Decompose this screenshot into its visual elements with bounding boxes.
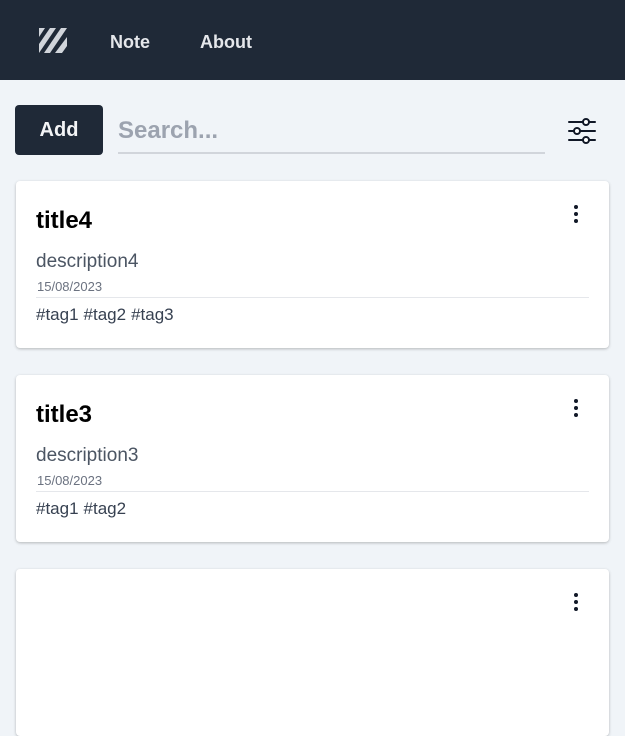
tag[interactable]: #tag2 <box>84 305 127 325</box>
note-card[interactable]: title4 description4 15/08/2023 #tag1 #ta… <box>16 181 609 348</box>
note-card[interactable]: title3 description3 15/08/2023 #tag1 #ta… <box>16 375 609 542</box>
more-vertical-icon[interactable] <box>568 591 584 613</box>
tag[interactable]: #tag2 <box>84 499 127 519</box>
note-date: 15/08/2023 <box>37 279 103 294</box>
tag[interactable]: #tag3 <box>131 305 174 325</box>
add-button[interactable]: Add <box>15 105 103 155</box>
note-card[interactable] <box>16 569 609 736</box>
top-nav-bar: Note About <box>0 0 625 80</box>
tag[interactable]: #tag1 <box>36 305 79 325</box>
tag[interactable]: #tag1 <box>36 499 79 519</box>
note-date: 15/08/2023 <box>37 473 103 488</box>
note-description: description4 <box>36 251 139 272</box>
sliders-icon[interactable] <box>566 115 598 147</box>
note-title: title4 <box>36 207 93 234</box>
card-divider <box>36 491 589 492</box>
note-tags: #tag1 #tag2 <box>36 499 126 519</box>
note-title: title3 <box>36 401 93 428</box>
search-input[interactable] <box>118 110 545 154</box>
nav-link-about[interactable]: About <box>200 31 252 53</box>
note-tags: #tag1 #tag2 #tag3 <box>36 305 174 325</box>
card-divider <box>36 297 589 298</box>
more-vertical-icon[interactable] <box>568 203 584 225</box>
logo-icon[interactable] <box>39 28 67 53</box>
nav-link-note[interactable]: Note <box>110 31 150 53</box>
more-vertical-icon[interactable] <box>568 397 584 419</box>
note-description: description3 <box>36 445 139 466</box>
